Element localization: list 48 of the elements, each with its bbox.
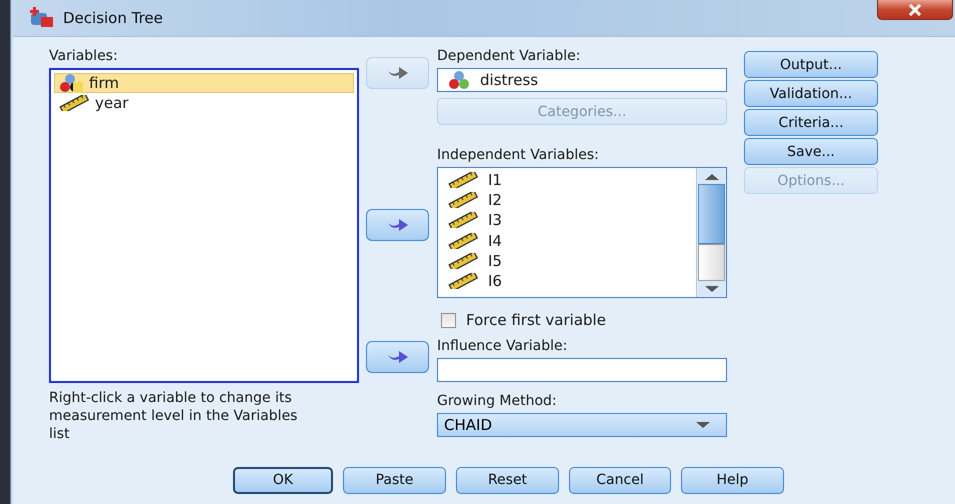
variable-item[interactable]: firm [54, 73, 354, 93]
string-nominal-icon [59, 73, 83, 93]
close-button[interactable] [877, 0, 953, 20]
scrollbar[interactable] [696, 168, 726, 297]
variable-name: I3 [488, 211, 502, 230]
growing-method-label: Growing Method: [437, 392, 558, 410]
variable-name: I6 [488, 272, 502, 290]
checkbox-label: Force first variable [466, 311, 606, 329]
influence-label: Influence Variable: [437, 337, 568, 355]
dialog-button[interactable]: Criteria... [744, 109, 878, 136]
influence-field[interactable] [437, 358, 727, 382]
independent-label: Independent Variables: [437, 146, 600, 164]
close-icon [908, 4, 922, 16]
dependent-value: distress [480, 71, 538, 89]
move-button[interactable] [366, 209, 429, 241]
move-button[interactable] [366, 341, 429, 373]
dialog-button[interactable]: Validation... [744, 80, 878, 107]
independent-list[interactable]: I1 I2 I3 I4 I5 I6 [437, 167, 727, 298]
arrow-right-icon [386, 66, 408, 80]
variable-name: year [95, 94, 128, 112]
arrow-right-icon [386, 218, 408, 232]
scroll-down-icon [704, 286, 718, 292]
variable-name: I5 [488, 252, 502, 270]
dependent-label: Dependent Variable: [437, 47, 582, 65]
window-title: Decision Tree [63, 9, 163, 27]
variables-list[interactable]: firm year [49, 68, 359, 383]
scroll-up-icon [704, 174, 718, 180]
variables-label: Variables: [49, 47, 119, 65]
checkbox[interactable] [441, 312, 456, 328]
variable-item[interactable]: year [54, 93, 354, 113]
dialog-button[interactable]: Paste [343, 466, 446, 494]
arrow-right-icon [386, 350, 408, 364]
hint-text: Right-click a variable to change its measurement level in the Variables list [49, 389, 298, 443]
variable-name: I1 [488, 171, 502, 190]
dialog-button[interactable]: Cancel [569, 466, 671, 494]
dialog-button[interactable]: Save... [744, 138, 878, 165]
variable-name: firm [89, 74, 119, 92]
dialog-button[interactable]: Reset [456, 466, 559, 494]
dependent-field[interactable]: distress [437, 68, 727, 92]
variable-name: I2 [488, 191, 502, 210]
dialog-button[interactable]: Output... [744, 51, 878, 78]
dropdown-caret-icon [696, 422, 710, 428]
tree-table-icon [29, 7, 55, 29]
nominal-icon [448, 70, 472, 90]
variable-name: I4 [488, 232, 502, 250]
growing-method-dropdown[interactable]: CHAID [437, 413, 727, 437]
dialog-button[interactable]: Help [681, 466, 784, 494]
dialog-button[interactable]: OK [233, 466, 333, 494]
